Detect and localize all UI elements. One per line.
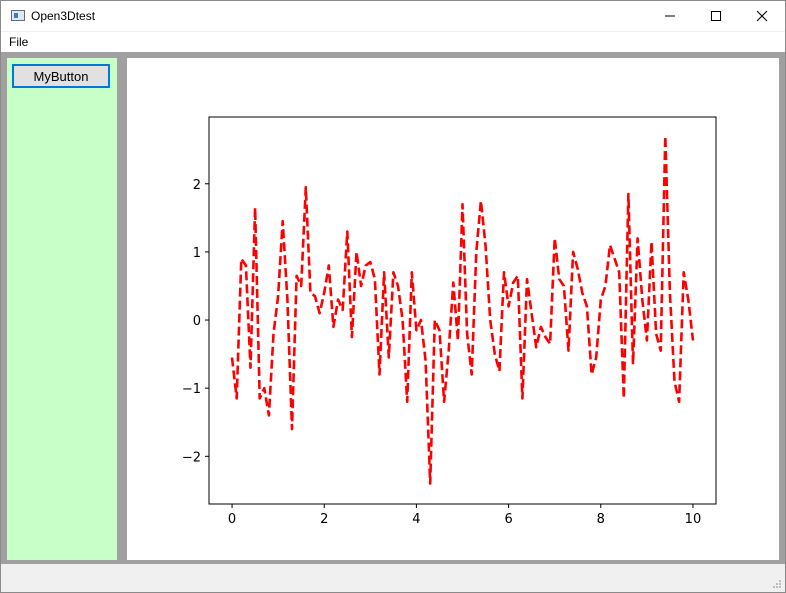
x-tick-label: 4 [412, 512, 420, 527]
close-icon [756, 10, 768, 22]
y-tick-label: 1 [193, 246, 201, 261]
close-button[interactable] [739, 1, 785, 31]
maximize-button[interactable] [693, 1, 739, 31]
x-tick-label: 6 [504, 512, 512, 527]
menu-bar: File [1, 32, 785, 52]
title-bar[interactable]: Open3Dtest [1, 1, 785, 31]
y-tick-label: 0 [193, 314, 201, 329]
plot-canvas[interactable]: 0 2 4 6 8 10 −2 −1 0 1 2 [127, 58, 779, 560]
series-line-0 [230, 134, 695, 485]
minimize-icon [665, 15, 675, 17]
my-button[interactable]: MyButton [12, 64, 110, 88]
minimize-button[interactable] [647, 1, 693, 31]
y-tick-label: −2 [182, 450, 201, 465]
window-title: Open3Dtest [31, 9, 96, 23]
x-tick-label: 10 [685, 512, 702, 527]
resize-grip-icon[interactable] [772, 579, 782, 589]
axes-frame [208, 116, 717, 505]
central-widget: MyButton 0 2 4 6 8 10 −2 −1 0 1 2 [1, 52, 785, 564]
line-chart: 0 2 4 6 8 10 −2 −1 0 1 2 [182, 116, 717, 527]
maximize-icon [711, 11, 721, 21]
menu-file[interactable]: File [9, 35, 28, 49]
x-tick-label: 0 [228, 512, 236, 527]
left-panel: MyButton [7, 58, 117, 560]
x-tick-label: 8 [597, 512, 605, 527]
app-window-icon [11, 10, 25, 21]
y-tick-label: −1 [182, 382, 201, 397]
y-tick-label: 2 [193, 178, 201, 193]
main-window: Open3Dtest File MyButton 0 2 4 6 8 10 −2 −1 0 1 2 [0, 0, 786, 593]
x-tick-label: 2 [320, 512, 328, 527]
status-bar [1, 564, 785, 592]
